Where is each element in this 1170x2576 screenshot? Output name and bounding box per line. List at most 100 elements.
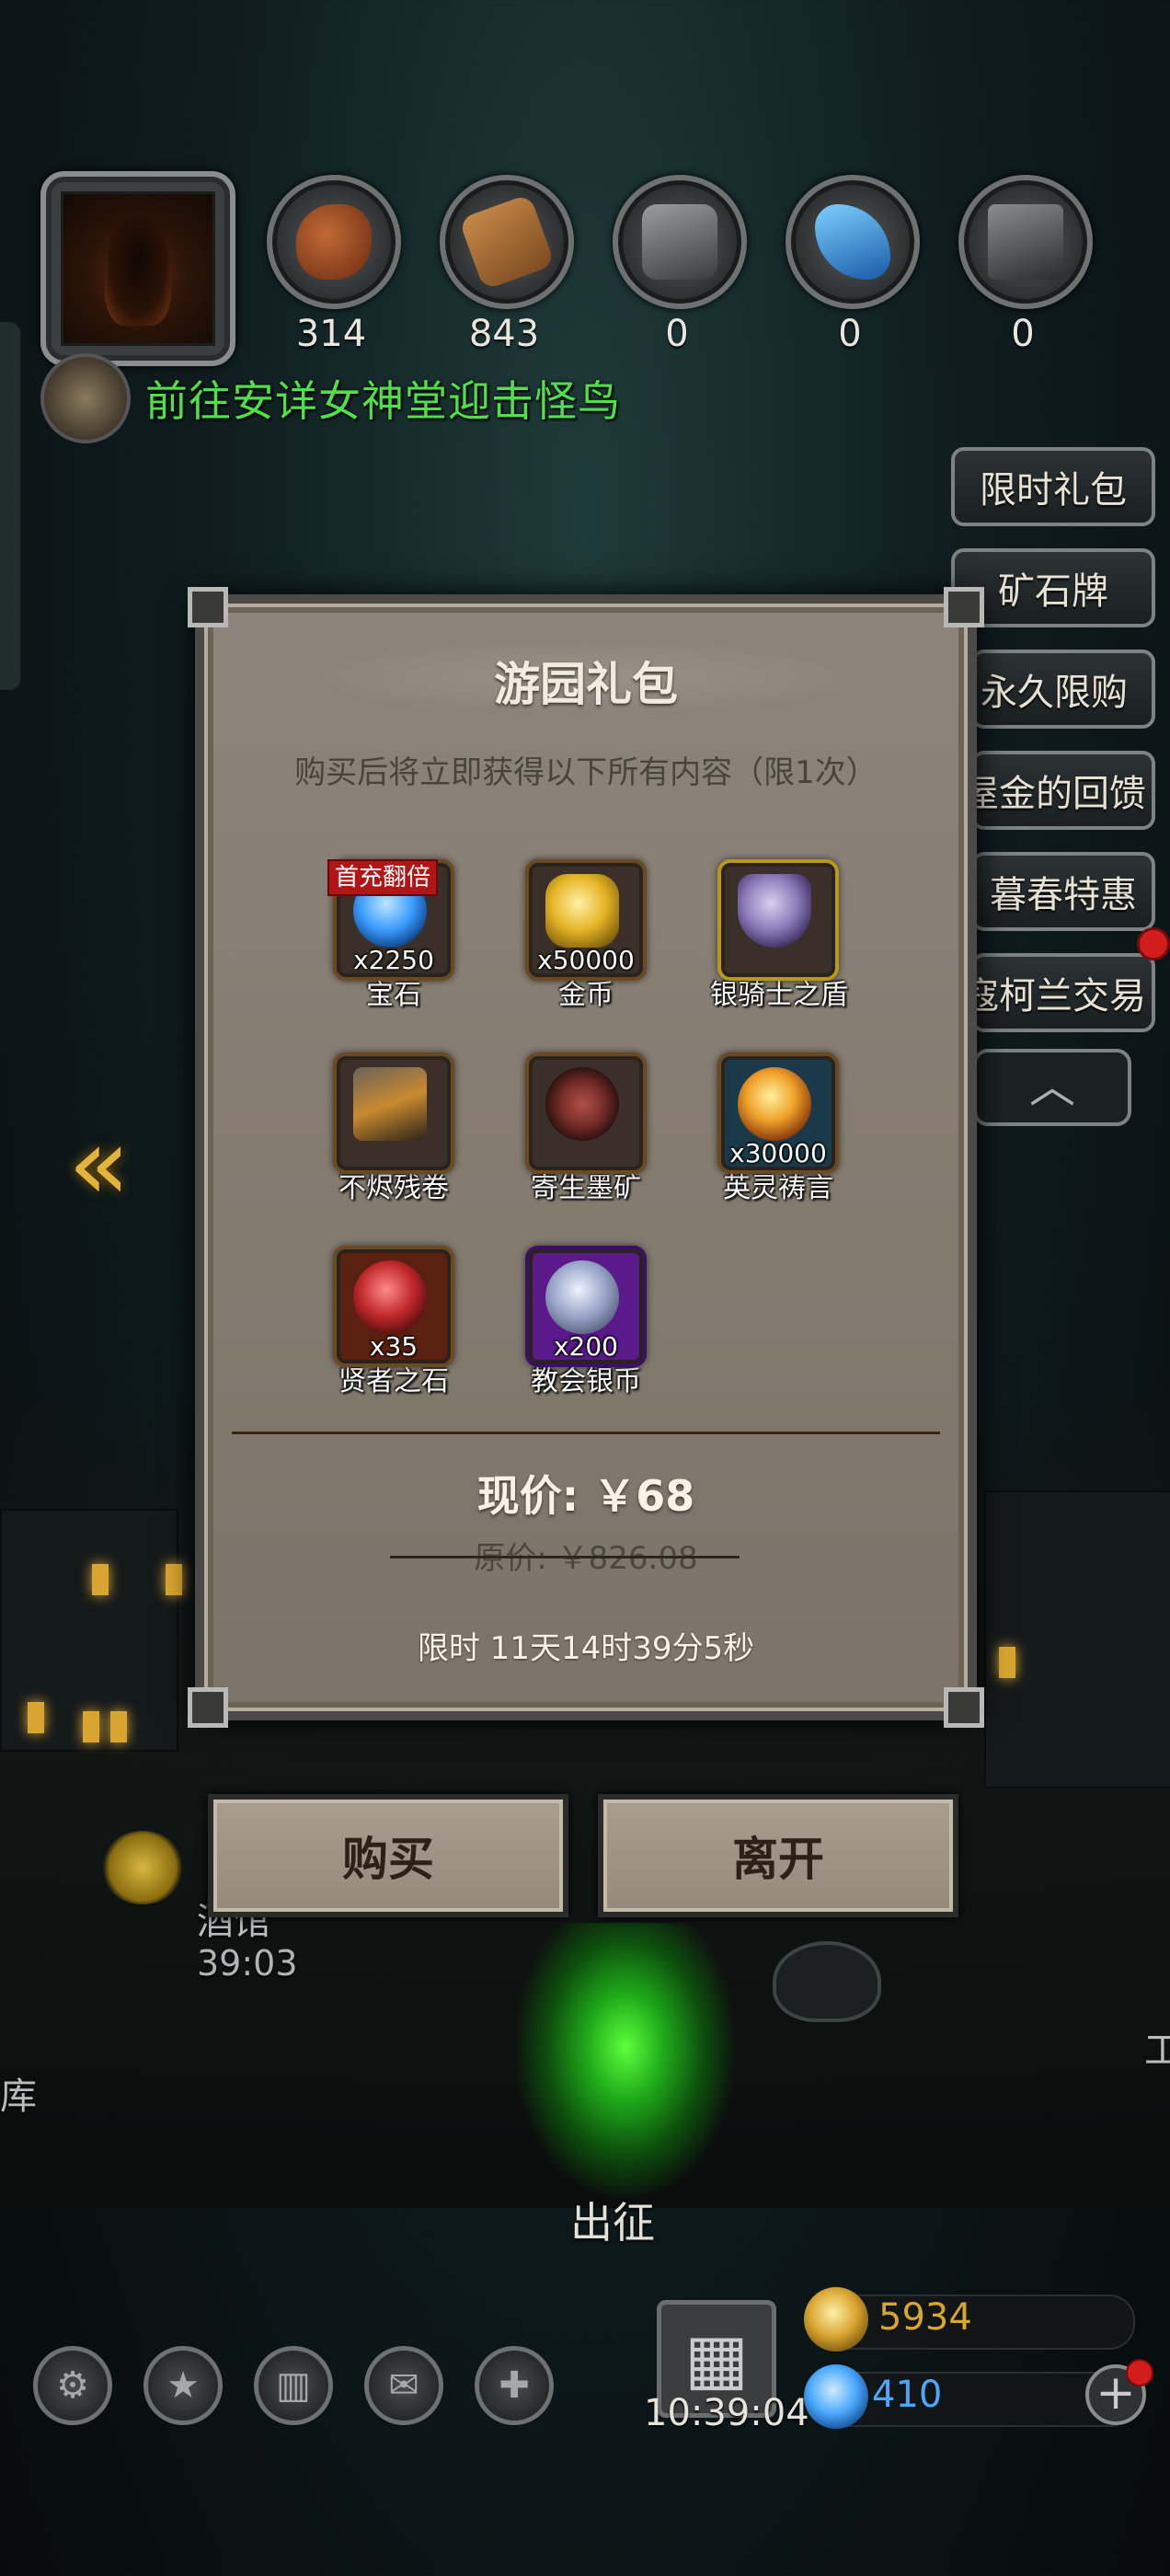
resource-value: 843 xyxy=(468,313,540,355)
window-light xyxy=(28,1702,44,1733)
window-light xyxy=(92,1564,109,1595)
item-frame xyxy=(333,1052,454,1174)
reward-item[interactable]: 首充翻倍 x2250 宝石 xyxy=(326,859,462,1012)
window-light xyxy=(110,1711,127,1742)
limited-time-countdown: 限时 11天14时39分5秒 xyxy=(417,1630,755,1667)
reward-item[interactable]: x30000 英灵祷言 xyxy=(710,1052,846,1205)
wood-icon xyxy=(440,175,574,309)
collapse-menu-button[interactable]: ︿ xyxy=(973,1049,1131,1126)
item-frame: x35 xyxy=(333,1246,454,1367)
achievement-star-icon[interactable]: ★ xyxy=(143,2346,223,2425)
cauldron-icon[interactable] xyxy=(773,1941,881,2022)
buy-button[interactable]: 购买 xyxy=(208,1794,568,1917)
resource-value: 0 xyxy=(665,313,689,355)
double-chevron-left-icon[interactable]: « xyxy=(68,1113,130,1214)
dark-ore-icon xyxy=(545,1067,619,1141)
price-strikethrough xyxy=(390,1556,740,1558)
resource-ore[interactable]: 0 xyxy=(958,175,1093,355)
item-frame xyxy=(525,1052,647,1174)
tavern-lamp-icon xyxy=(101,1831,184,1904)
window-light xyxy=(999,1647,1015,1678)
gold-coin-icon xyxy=(545,874,619,948)
gift-pack-dialog: 游园礼包 购买后将立即获得以下所有内容（限1次） 首充翻倍 x2250 宝石 x… xyxy=(188,587,984,1728)
side-menu-reward[interactable]: 屋金的回馈 xyxy=(971,751,1155,830)
right-building-label[interactable]: 工 xyxy=(1144,2020,1170,2074)
item-quantity: x50000 xyxy=(537,945,635,975)
dialog-subtitle: 购买后将立即获得以下所有内容（限1次） xyxy=(294,754,878,791)
resource-value: 0 xyxy=(1011,313,1035,355)
crystal-glyph xyxy=(815,204,890,280)
gold-amount: 5934 xyxy=(878,2296,972,2339)
spirit-orb-icon xyxy=(738,1067,811,1141)
resource-crystal[interactable]: 0 xyxy=(786,175,920,355)
side-menu-trade[interactable]: 寇柯兰交易 xyxy=(971,953,1155,1032)
meat-icon xyxy=(267,175,401,309)
meat-glyph xyxy=(296,204,372,280)
first-recharge-badge: 首充翻倍 xyxy=(327,859,439,896)
reward-item[interactable]: 寄生墨矿 xyxy=(518,1052,654,1205)
window-light xyxy=(166,1564,182,1595)
dialog-title: 游园礼包 xyxy=(494,658,678,711)
notification-dot xyxy=(1126,2359,1153,2386)
item-frame: x30000 xyxy=(717,1052,839,1174)
quest-text[interactable]: 前往安详女神堂迎击怪鸟 xyxy=(145,368,621,429)
settings-gear-icon[interactable]: ⚙ xyxy=(33,2346,112,2425)
side-menu-permanent[interactable]: 永久限购 xyxy=(971,650,1155,729)
reward-item[interactable]: 银骑士之盾 xyxy=(710,859,848,1012)
item-quantity: x200 xyxy=(553,1331,618,1362)
corner-ornament xyxy=(944,587,984,627)
item-frame: 首充翻倍 x2250 xyxy=(327,859,454,981)
ore-glyph xyxy=(988,204,1063,280)
player-avatar[interactable] xyxy=(40,171,235,366)
tavern-timer: 39:03 xyxy=(197,1943,298,1984)
resource-meat[interactable]: 314 xyxy=(267,175,401,355)
side-menu-spring-sale[interactable]: 暮春特惠 xyxy=(971,852,1155,931)
corner-ornament xyxy=(944,1687,984,1728)
reward-item[interactable]: 不烬残卷 xyxy=(326,1052,462,1205)
divider xyxy=(232,1432,940,1434)
side-menu-limited-pack[interactable]: 限时礼包 xyxy=(951,447,1155,526)
corner-ornament xyxy=(188,1687,228,1728)
iron-icon xyxy=(613,175,747,309)
item-quantity: x35 xyxy=(369,1331,419,1362)
ore-icon xyxy=(958,175,1093,309)
crystal-icon xyxy=(786,175,920,309)
resource-iron[interactable]: 0 xyxy=(613,175,747,355)
leave-button[interactable]: 离开 xyxy=(598,1794,958,1917)
current-price: 现价: ￥68 xyxy=(476,1471,695,1521)
expedition-label[interactable]: 出征 xyxy=(570,2190,655,2250)
hooded-figure-icon xyxy=(105,214,171,326)
item-frame: x50000 xyxy=(525,859,647,981)
gem-icon xyxy=(804,2364,868,2429)
house-right xyxy=(984,1490,1170,1788)
gold-coin-icon xyxy=(804,2287,868,2352)
window-light xyxy=(83,1711,99,1742)
corner-ornament xyxy=(188,587,228,627)
warehouse-label[interactable]: 库 xyxy=(0,2066,37,2120)
green-crystal-icon[interactable] xyxy=(515,1923,736,2199)
book-icon[interactable]: ▥ xyxy=(254,2346,333,2425)
scroll-icon xyxy=(353,1067,427,1141)
item-frame: x200 xyxy=(525,1246,647,1367)
silver-coin-icon xyxy=(545,1260,619,1334)
reward-item[interactable]: x200 教会银币 xyxy=(518,1246,654,1398)
shield-icon xyxy=(738,874,811,948)
wood-glyph xyxy=(458,193,556,291)
avatar-image xyxy=(61,191,215,346)
mail-icon[interactable]: ✉ xyxy=(364,2346,443,2425)
notification-dot xyxy=(1137,927,1170,960)
item-quantity: x30000 xyxy=(729,1138,827,1168)
gem-amount: 410 xyxy=(872,2374,943,2416)
puzzle-icon[interactable]: ✚ xyxy=(475,2346,554,2425)
resource-wood[interactable]: 843 xyxy=(440,175,574,355)
item-frame xyxy=(717,859,839,981)
sage-stone-icon xyxy=(353,1260,427,1334)
quest-scroll-icon[interactable] xyxy=(40,353,131,443)
left-edge-tab[interactable] xyxy=(0,322,20,690)
resource-value: 0 xyxy=(838,313,862,355)
reward-item[interactable]: x35 贤者之石 xyxy=(326,1246,462,1398)
item-quantity: x2250 xyxy=(353,945,434,975)
reward-item[interactable]: x50000 金币 xyxy=(518,859,654,1012)
resource-value: 314 xyxy=(295,313,367,355)
iron-glyph xyxy=(642,204,717,280)
